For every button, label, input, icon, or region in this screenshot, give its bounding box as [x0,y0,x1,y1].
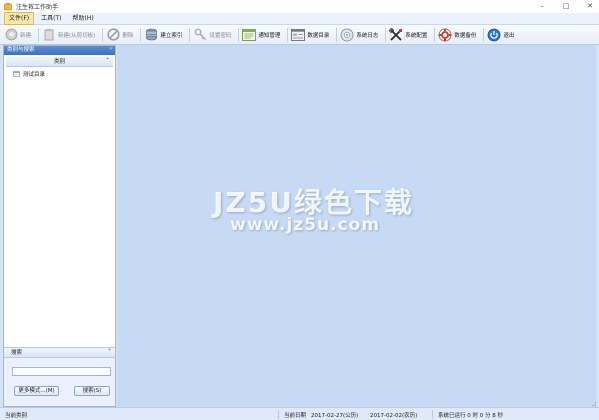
tree-item-label: 测试目录 [23,71,46,78]
collapse-icon[interactable]: ˆ [106,57,109,67]
delete-icon [106,28,120,42]
new-from-clipboard-button[interactable]: 新建(从剪切板) [41,27,98,43]
system-log-button[interactable]: 系统日志 [339,27,381,43]
system-log-label: 系统日志 [356,32,379,39]
new-icon [4,28,18,42]
system-config-label: 系统配置 [405,32,428,39]
toolbar-separator [483,27,485,42]
status-current-category: 当前类别 [5,413,28,419]
data-directory-label: 数据目录 [307,32,330,39]
search-header[interactable]: 搜索 ˆ [4,348,115,358]
app-icon [4,2,12,10]
build-index-label: 建立索引 [160,32,183,39]
panel-title: 类别与搜索 ᵖ [4,46,115,55]
search-button[interactable]: 搜索(S) [74,386,110,396]
window-title: 注生救工作助手 [16,4,59,11]
system-config-button[interactable]: 系统配置 [388,27,430,43]
resize-grip-icon[interactable] [589,399,597,407]
system-log-icon [340,28,354,42]
watermark-url: www.jz5u.com [230,215,381,235]
folder-icon [13,70,20,77]
status-date-lunar: 2017-02-02(农历) [370,413,418,419]
maximize-button[interactable]: □ [561,1,571,12]
build-index-button[interactable]: 建立索引 [143,27,185,43]
notification-icon [242,28,257,42]
collapse-icon[interactable]: ˆ [108,348,111,358]
notification-button[interactable]: 通知管理 [241,27,283,43]
data-directory-button[interactable]: 数据目录 [290,27,332,43]
toolbar-separator [38,27,40,42]
set-password-label: 设置密码 [209,32,232,39]
status-date-gregorian: 2017-02-27(公历) [311,413,359,419]
search-input[interactable] [12,367,111,376]
toolbar-separator [238,27,240,42]
status-date-label: 当前日期 [284,413,307,419]
toolbar-separator [336,27,338,42]
search-section: 搜索 ˆ 更多模式...(M) 搜索(S) [4,347,115,406]
title-bar: 注生救工作助手 – □ ✕ [0,0,599,13]
data-directory-icon [291,28,306,42]
toolbar-separator [385,27,387,42]
build-index-icon [144,28,158,42]
system-config-icon [389,27,403,42]
status-divider [278,410,279,419]
toolbar-separator [140,27,142,42]
tree-item-test-directory[interactable]: 测试目录 [13,69,115,78]
panel-title-text: 类别与搜索 [7,47,35,53]
watermark-title: JZ5U绿色下载 [213,186,414,219]
main-content-area: JZ5U绿色下载 www.jz5u.com [117,45,596,407]
new-from-clipboard-label: 新建(从剪切板) [58,32,96,39]
menu-file[interactable]: 文件(F) [4,12,35,25]
exit-button[interactable]: 退出 [486,27,517,43]
watermark: JZ5U绿色下载 www.jz5u.com [117,45,596,407]
toolbar-separator [287,27,289,42]
close-button[interactable]: ✕ [585,1,595,12]
pin-icon[interactable]: ᵖ [110,46,112,55]
menu-tools[interactable]: 工具(T) [37,13,65,24]
menu-help[interactable]: 帮助(H) [69,13,98,24]
menu-bar: 文件(F) 工具(T) 帮助(H) [0,12,599,25]
status-bar: 当前类别 当前日期 2017-02-27(公历) 2017-02-02(农历) … [0,407,599,420]
toolbar-separator [189,27,191,42]
delete-label: 删除 [122,32,134,39]
new-label: 新建 [20,32,32,39]
toolbar: 新建 新建(从剪切板) 删除 建立索引 设置密码 通知管理 数据目录 系统日志 … [0,25,599,45]
data-backup-label: 数据备份 [454,32,477,39]
data-backup-icon [438,28,452,42]
status-divider [432,410,433,419]
delete-button[interactable]: 删除 [105,27,136,43]
toolbar-separator [434,27,436,42]
set-password-button[interactable]: 设置密码 [192,27,234,43]
toolbar-separator [102,27,104,42]
more-modes-button[interactable]: 更多模式...(M) [14,386,59,396]
exit-icon [487,28,501,42]
minimize-button[interactable]: – [537,1,547,12]
data-backup-button[interactable]: 数据备份 [437,27,479,43]
exit-label: 退出 [503,32,515,39]
category-search-panel: 类别与搜索 ᵖ 类别 ˆ 测试目录 搜索 ˆ 更多模式...(M) 搜索(S) [3,45,116,407]
set-password-icon [193,28,207,42]
category-header-label: 类别 [53,59,65,65]
status-uptime: 系统已运行 0 时 0 分 8 秒 [438,413,503,419]
search-header-label: 搜索 [11,350,23,356]
new-button[interactable]: 新建 [3,27,34,43]
new-from-clipboard-icon [42,28,56,42]
notification-label: 通知管理 [258,32,281,39]
category-header[interactable]: 类别 ˆ [6,57,113,67]
